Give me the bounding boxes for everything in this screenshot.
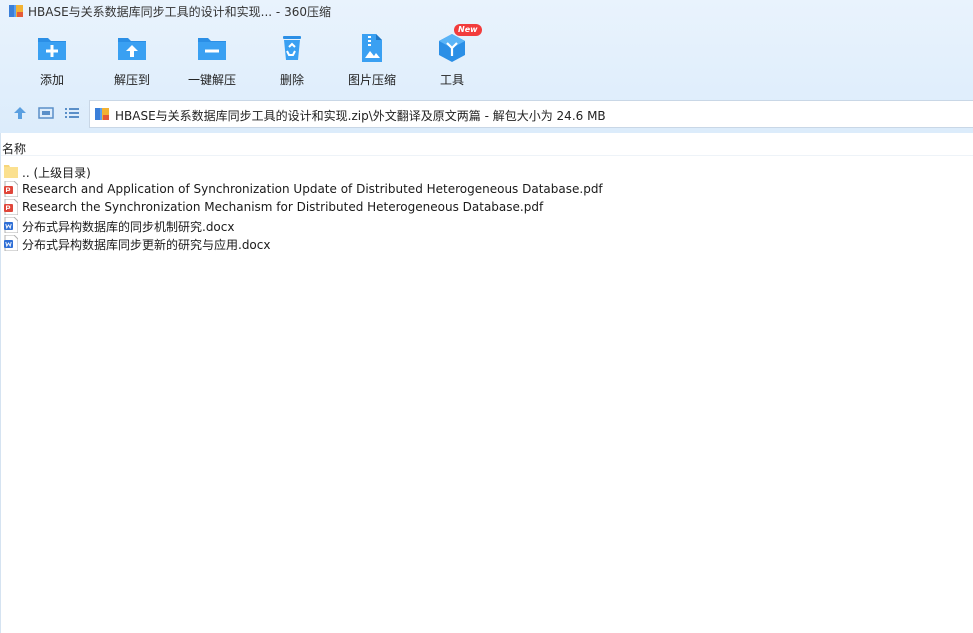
- file-list: 名称 .. (上级目录) Research and Application of…: [0, 133, 973, 633]
- address-bar[interactable]: HBASE与关系数据库同步工具的设计和实现.zip\外文翻译及原文两篇 - 解包…: [89, 100, 973, 128]
- extract-to-icon: [118, 38, 146, 60]
- file-name: 分布式异构数据库同步更新的研究与应用.docx: [22, 238, 271, 252]
- list-item[interactable]: Research the Synchronization Mechanism f…: [1, 198, 701, 216]
- header-divider: [1, 155, 973, 156]
- recycle-bin-icon: [283, 36, 301, 60]
- image-compress-label: 图片压缩: [347, 73, 396, 87]
- add-folder-icon: [38, 38, 66, 60]
- tools-button[interactable]: New 工具: [412, 24, 492, 90]
- list-view-icon[interactable]: [63, 104, 81, 122]
- file-name: .. (上级目录): [22, 166, 91, 180]
- extract-to-label: 解压到: [113, 73, 150, 87]
- app-zip-icon: [9, 5, 23, 17]
- one-click-extract-button[interactable]: 一键解压: [172, 26, 252, 90]
- docx-file-icon: [4, 217, 18, 233]
- pdf-file-icon: [4, 181, 18, 197]
- list-item[interactable]: Research and Application of Synchronizat…: [1, 180, 701, 198]
- docx-file-icon: [4, 235, 18, 251]
- pdf-file-icon: [4, 199, 18, 215]
- zip-file-icon: [95, 108, 109, 120]
- up-arrow-icon[interactable]: [11, 104, 29, 122]
- tools-label: 工具: [439, 73, 464, 87]
- navigation-bar: HBASE与关系数据库同步工具的设计和实现.zip\外文翻译及原文两篇 - 解包…: [0, 98, 973, 130]
- thumbnail-view-icon[interactable]: [37, 104, 55, 122]
- list-item-parent-folder[interactable]: .. (上级目录): [1, 162, 701, 180]
- add-label: 添加: [39, 73, 64, 87]
- one-click-extract-label: 一键解压: [187, 73, 236, 87]
- image-compress-button[interactable]: 图片压缩: [332, 26, 412, 90]
- list-item[interactable]: 分布式异构数据库同步更新的研究与应用.docx: [1, 234, 701, 252]
- file-name: Research and Application of Synchronizat…: [22, 182, 603, 196]
- one-click-extract-icon: [198, 38, 226, 60]
- extract-to-button[interactable]: 解压到: [92, 26, 172, 90]
- window-title: HBASE与关系数据库同步工具的设计和实现... - 360压缩: [28, 5, 331, 19]
- title-bar: HBASE与关系数据库同步工具的设计和实现... - 360压缩: [0, 0, 973, 22]
- address-path: HBASE与关系数据库同步工具的设计和实现.zip\外文翻译及原文两篇 - 解包…: [115, 109, 606, 123]
- folder-icon: [4, 165, 18, 178]
- column-header-name[interactable]: 名称: [1, 133, 973, 157]
- new-badge: New: [454, 24, 482, 36]
- delete-label: 删除: [279, 73, 304, 87]
- main-toolbar: 添加 解压到 一键解压 删除 图片压缩 New 工具: [0, 24, 973, 92]
- file-name: 分布式异构数据库的同步机制研究.docx: [22, 220, 235, 234]
- delete-button[interactable]: 删除: [252, 26, 332, 90]
- add-button[interactable]: 添加: [12, 26, 92, 90]
- list-item[interactable]: 分布式异构数据库的同步机制研究.docx: [1, 216, 701, 234]
- image-compress-icon: [362, 34, 382, 62]
- file-name: Research the Synchronization Mechanism f…: [22, 200, 544, 214]
- tools-cube-icon: [439, 34, 465, 62]
